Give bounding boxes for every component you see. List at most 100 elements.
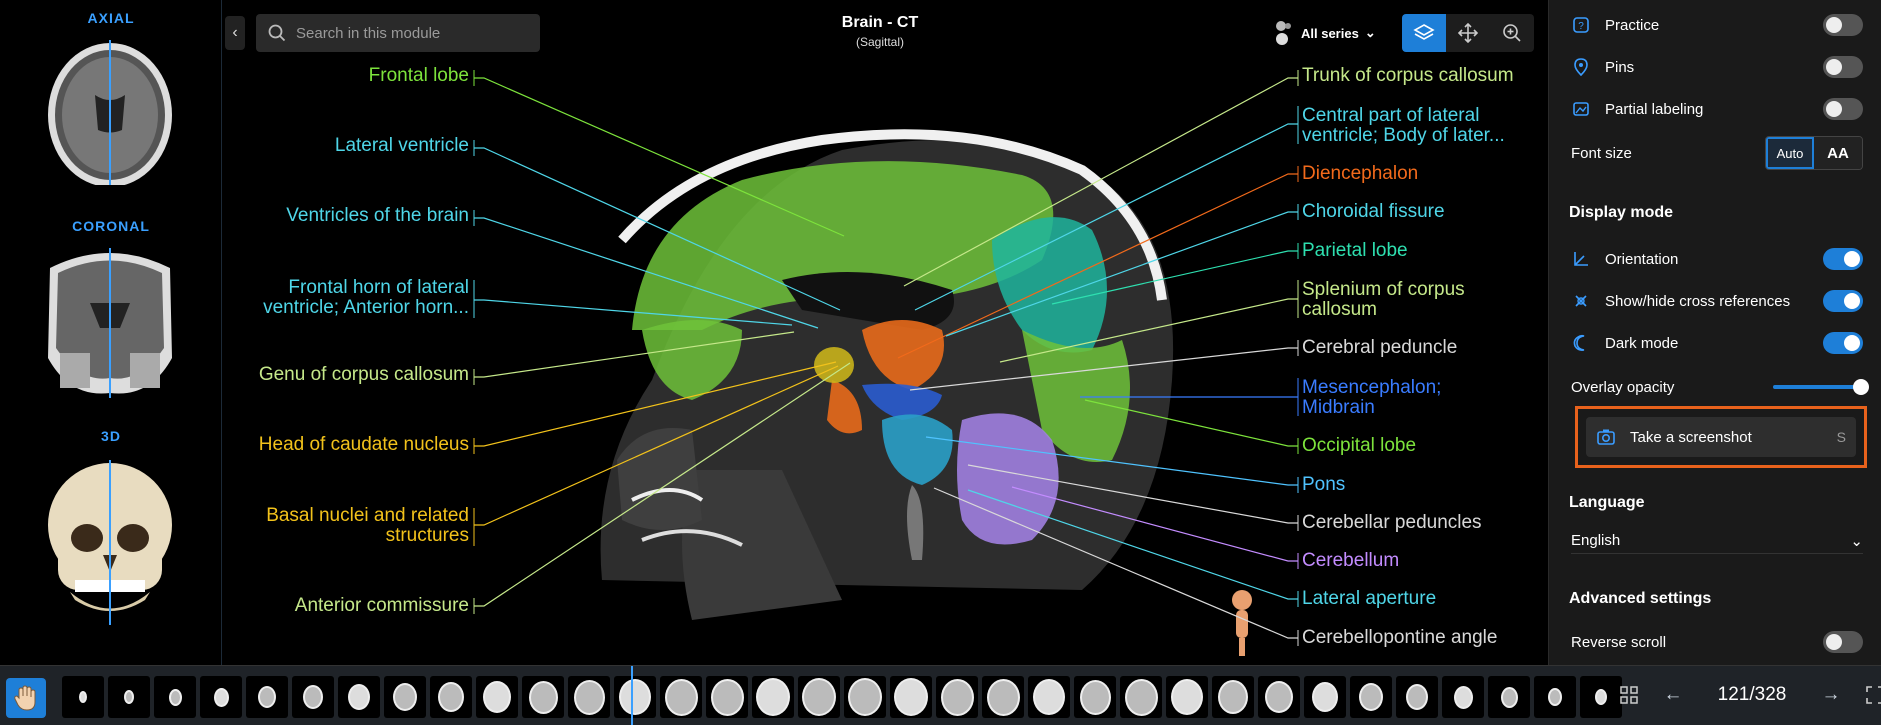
label-cerebellopontine-angle[interactable]: Cerebellopontine angle (1302, 628, 1497, 648)
viewer-toolbar (1402, 14, 1534, 52)
previous-slice-button[interactable]: ← (1658, 680, 1688, 710)
orientation-label: Orientation (1605, 250, 1679, 268)
layers-icon (1413, 24, 1435, 40)
label-splenium-of-corpus-callosum[interactable]: Splenium of corpus callosum (1302, 280, 1465, 320)
slice-thumbnail[interactable] (752, 676, 794, 718)
slice-thumbnail[interactable] (706, 676, 748, 718)
label-basal-nuclei[interactable]: Basal nuclei and related structures (266, 506, 469, 546)
label-head-of-caudate-nucleus[interactable]: Head of caudate nucleus (259, 435, 469, 455)
slider-handle[interactable] (1853, 379, 1869, 395)
search-input[interactable] (296, 24, 516, 42)
label-lateral-aperture[interactable]: Lateral aperture (1302, 589, 1436, 609)
slice-thumbnail[interactable] (384, 676, 426, 718)
slice-thumbnail[interactable] (568, 676, 610, 718)
slice-thumbnail[interactable] (246, 676, 288, 718)
slice-thumbnail[interactable] (154, 676, 196, 718)
slice-thumbnail[interactable] (844, 676, 886, 718)
collapse-sidebar-button[interactable]: ‹ (225, 16, 245, 50)
slice-thumbnail[interactable] (936, 676, 978, 718)
reverse-scroll-toggle[interactable] (1823, 631, 1863, 653)
3d-skull-thumbnail[interactable] (40, 460, 180, 625)
slice-thumbnail[interactable] (200, 676, 242, 718)
slice-thumbnail[interactable] (292, 676, 334, 718)
slice-thumbnail[interactable] (890, 676, 932, 718)
slice-thumbnail[interactable] (522, 676, 564, 718)
overlay-opacity-slider[interactable] (1773, 379, 1869, 395)
take-screenshot-button[interactable]: Take a screenshot S (1586, 417, 1856, 457)
slice-thumbnail[interactable] (62, 676, 104, 718)
label-parietal-lobe[interactable]: Parietal lobe (1302, 241, 1408, 261)
label-genu-of-corpus-callosum[interactable]: Genu of corpus callosum (259, 365, 469, 385)
label-frontal-lobe[interactable]: Frontal lobe (369, 66, 469, 86)
label-diencephalon[interactable]: Diencephalon (1302, 164, 1418, 184)
partial-labeling-label: Partial labeling (1605, 100, 1704, 118)
slice-thumbnail[interactable] (338, 676, 380, 718)
fullscreen-button[interactable] (1860, 680, 1881, 710)
axial-label: AXIAL (87, 10, 135, 26)
slice-thumbnail[interactable] (1488, 676, 1530, 718)
coronal-view-thumbnail[interactable] (40, 248, 180, 398)
practice-toggle[interactable] (1823, 14, 1863, 36)
next-slice-button[interactable]: → (1816, 680, 1846, 710)
orientation-toggle[interactable] (1823, 248, 1863, 270)
slice-thumbnail[interactable] (1304, 676, 1346, 718)
label-ventricles-of-the-brain[interactable]: Ventricles of the brain (286, 206, 469, 226)
slice-thumbnail[interactable] (614, 676, 656, 718)
slice-thumbnail[interactable] (108, 676, 150, 718)
axial-view-thumbnail[interactable] (40, 35, 180, 187)
label-cerebral-peduncle[interactable]: Cerebral peduncle (1302, 338, 1457, 358)
search-box[interactable] (256, 14, 540, 52)
slice-thumbnail[interactable] (982, 676, 1024, 718)
label-choroidal-fissure[interactable]: Choroidal fissure (1302, 202, 1445, 222)
dark-mode-toggle[interactable] (1823, 332, 1863, 354)
slice-thumbnail[interactable] (798, 676, 840, 718)
slice-preview (438, 682, 464, 712)
slice-preview (802, 678, 836, 716)
slice-thumbnail[interactable] (430, 676, 472, 718)
reverse-scroll-row: Reverse scroll (1571, 627, 1863, 657)
label-anterior-commissure[interactable]: Anterior commissure (295, 596, 469, 616)
slice-thumbnail[interactable] (1442, 676, 1484, 718)
font-size-auto-button[interactable]: Auto (1766, 137, 1814, 169)
label-frontal-horn[interactable]: Frontal horn of lateral ventricle; Anteri… (263, 278, 469, 318)
layers-button[interactable] (1402, 14, 1446, 52)
partial-labeling-toggle[interactable] (1823, 98, 1863, 120)
label-cerebellum[interactable]: Cerebellum (1302, 551, 1399, 571)
slice-thumbnail[interactable] (1258, 676, 1300, 718)
slice-preview (1406, 684, 1428, 710)
language-select[interactable]: English ⌄ (1571, 528, 1863, 554)
slice-thumbnail[interactable] (1074, 676, 1116, 718)
slice-preview (710, 678, 744, 716)
chevron-down-icon: ⌄ (1850, 532, 1863, 550)
font-size-aa-button[interactable]: AA (1814, 137, 1862, 169)
pins-toggle[interactable] (1823, 56, 1863, 78)
slice-thumbnail[interactable] (660, 676, 702, 718)
slice-thumbnail[interactable] (1120, 676, 1162, 718)
hand-icon (14, 685, 36, 711)
slice-thumbnail[interactable] (1350, 676, 1392, 718)
series-selector[interactable]: All series ⌄ (1275, 20, 1376, 46)
label-pons[interactable]: Pons (1302, 475, 1345, 495)
search-icon (268, 24, 286, 42)
label-central-part-of-lateral-ventricle[interactable]: Central part of lateral ventricle; Body o… (1302, 106, 1505, 146)
grid-view-button[interactable] (1614, 680, 1644, 710)
slice-thumbnail[interactable] (476, 676, 518, 718)
chevron-down-icon: ⌄ (1364, 25, 1376, 40)
hand-tool-button[interactable] (6, 678, 46, 718)
label-cerebellar-peduncles[interactable]: Cerebellar peduncles (1302, 513, 1482, 533)
slice-thumbnail[interactable] (1166, 676, 1208, 718)
pan-button[interactable] (1446, 14, 1490, 52)
slice-thumbnail[interactable] (1028, 676, 1070, 718)
label-trunk-of-corpus-callosum[interactable]: Trunk of corpus callosum (1302, 66, 1514, 86)
reverse-scroll-label: Reverse scroll (1571, 633, 1667, 651)
cross-references-toggle[interactable] (1823, 290, 1863, 312)
slice-thumbnail[interactable] (1396, 676, 1438, 718)
slice-preview (393, 683, 417, 711)
label-mesencephalon[interactable]: Mesencephalon; Midbrain (1302, 378, 1441, 418)
label-occipital-lobe[interactable]: Occipital lobe (1302, 436, 1416, 456)
label-lateral-ventricle[interactable]: Lateral ventricle (335, 136, 469, 156)
slice-thumbnail[interactable] (1534, 676, 1576, 718)
series-label: All series (1301, 25, 1359, 41)
slice-thumbnail[interactable] (1212, 676, 1254, 718)
zoom-button[interactable] (1490, 14, 1534, 52)
